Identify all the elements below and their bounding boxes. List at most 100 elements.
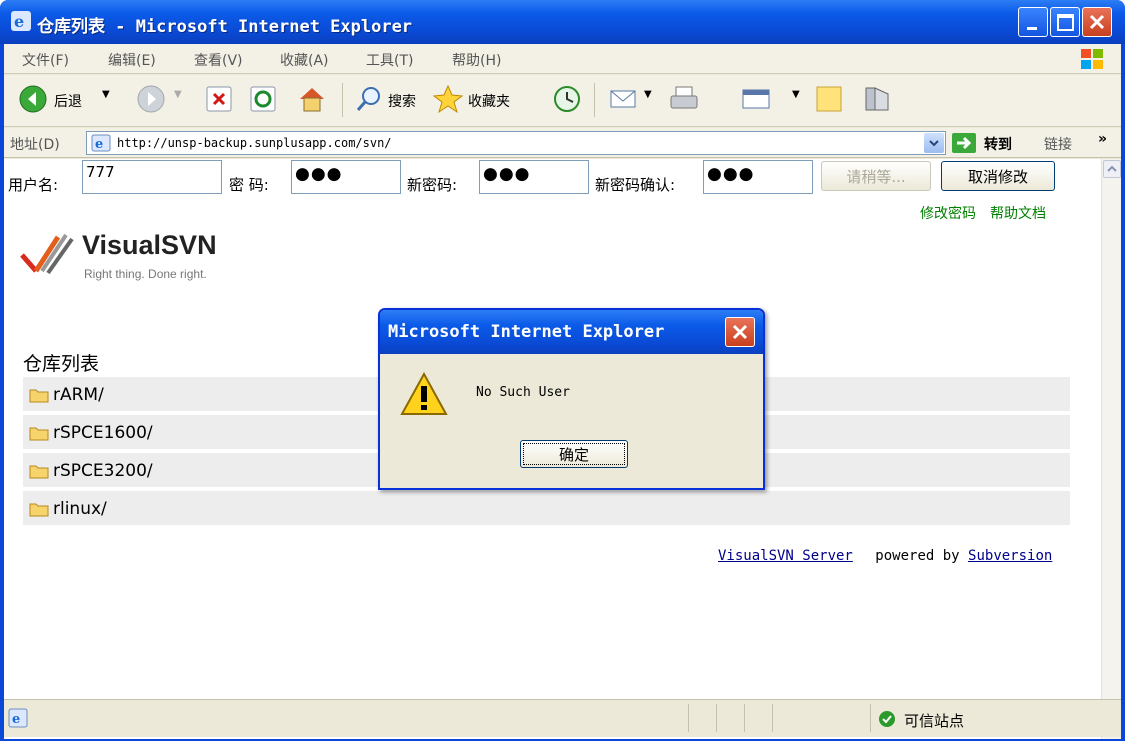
new-password-input[interactable]: ●●● — [479, 160, 589, 194]
page-status-icon: e — [8, 708, 28, 728]
menu-file[interactable]: 文件(F) — [22, 50, 69, 70]
username-value: 777 — [86, 163, 115, 181]
dialog-title: Microsoft Internet Explorer — [388, 322, 665, 342]
folder-icon — [29, 465, 49, 479]
vertical-scrollbar[interactable] — [1101, 159, 1121, 739]
confirm-password-input[interactable]: ●●● — [703, 160, 813, 194]
edit-icon[interactable] — [740, 84, 772, 114]
repo-list-title: 仓库列表 — [23, 353, 100, 375]
visualsvn-logo-icon — [20, 233, 74, 275]
scroll-up-icon — [1107, 165, 1117, 172]
password-mask: ●●● — [295, 164, 343, 184]
history-icon[interactable] — [552, 84, 582, 114]
warning-icon — [400, 372, 448, 415]
address-dropdown-button[interactable] — [924, 133, 944, 153]
search-icon[interactable] — [354, 84, 384, 114]
messenger-icon[interactable] — [862, 84, 892, 114]
discuss-icon[interactable] — [814, 84, 844, 114]
favorites-icon[interactable] — [432, 84, 464, 114]
refresh-icon[interactable] — [248, 84, 278, 114]
dialog-message: No Such User — [476, 385, 570, 400]
mail-dropdown-icon[interactable]: ▼ — [644, 89, 652, 100]
close-icon — [732, 324, 748, 340]
username-label: 用户名: — [8, 176, 59, 194]
page-icon: e — [91, 134, 111, 152]
new-password-label: 新密码: — [407, 176, 458, 194]
maximize-icon — [1057, 14, 1074, 31]
repo-name[interactable]: rSPCE3200/ — [53, 461, 153, 481]
repo-name[interactable]: rARM/ — [53, 385, 104, 405]
forward-dropdown-icon[interactable]: ▼ — [174, 89, 182, 100]
address-url[interactable]: http://unsp-backup.sunplusapp.com/svn/ — [117, 136, 392, 150]
folder-icon — [29, 503, 49, 517]
logo-tagline: Right thing. Done right. — [84, 267, 207, 281]
powered-by-text: powered by — [875, 548, 960, 564]
repo-name[interactable]: rSPCE1600/ — [53, 423, 153, 443]
title-bar[interactable]: e 仓库列表 - Microsoft Internet Explorer — [0, 0, 1125, 44]
dialog-title-bar[interactable]: Microsoft Internet Explorer — [380, 310, 763, 354]
logo-name: VisualSVN — [82, 230, 217, 260]
alert-dialog: Microsoft Internet Explorer No Such User… — [378, 308, 765, 490]
svg-text:e: e — [95, 137, 103, 152]
window-title: 仓库列表 - Microsoft Internet Explorer — [37, 17, 413, 37]
username-input[interactable]: 777 — [82, 160, 222, 194]
address-input[interactable]: e http://unsp-backup.sunplusapp.com/svn/ — [86, 131, 946, 155]
go-button-label[interactable]: 转到 — [984, 134, 1012, 154]
toolbar: 后退 ▼ ▼ 搜索 收藏夹 ▼ ▼ — [4, 75, 1121, 127]
dialog-close-button[interactable] — [725, 317, 755, 347]
back-dropdown-icon[interactable]: ▼ — [102, 89, 110, 100]
ok-button[interactable]: 确定 — [520, 440, 628, 468]
chevron-down-icon — [929, 140, 939, 147]
menu-help[interactable]: 帮助(H) — [452, 50, 501, 70]
svg-text:e: e — [14, 12, 24, 31]
visualsvn-server-link[interactable]: VisualSVN Server — [718, 548, 853, 564]
subversion-link[interactable]: Subversion — [968, 548, 1052, 564]
new-password-mask: ●●● — [483, 164, 531, 184]
confirm-password-label: 新密码确认: — [595, 176, 676, 194]
menu-view[interactable]: 查看(V) — [194, 50, 243, 70]
address-label: 地址(D) — [10, 137, 60, 153]
confirm-password-mask: ●●● — [707, 164, 755, 184]
svg-text:e: e — [12, 712, 20, 727]
scroll-up-button[interactable] — [1103, 160, 1121, 178]
change-password-link[interactable]: 修改密码 — [920, 203, 976, 223]
menu-favorites[interactable]: 收藏(A) — [280, 50, 329, 70]
menu-tools[interactable]: 工具(T) — [366, 50, 413, 70]
security-zone-label: 可信站点 — [904, 712, 965, 730]
maximize-button[interactable] — [1050, 7, 1080, 37]
edit-dropdown-icon[interactable]: ▼ — [792, 89, 800, 100]
search-label[interactable]: 搜索 — [388, 91, 416, 111]
print-icon[interactable] — [668, 84, 700, 114]
cancel-change-button[interactable]: 取消修改 — [941, 161, 1055, 191]
footer: VisualSVN Server powered by Subversion — [718, 548, 1052, 564]
mail-icon[interactable] — [608, 84, 638, 114]
back-icon[interactable] — [18, 84, 48, 114]
menu-edit[interactable]: 编辑(E) — [108, 50, 156, 70]
close-button[interactable] — [1082, 7, 1112, 37]
back-label[interactable]: 后退 — [54, 91, 82, 111]
close-icon — [1089, 14, 1105, 30]
password-label: 密 码: — [229, 176, 269, 194]
folder-icon — [29, 389, 49, 403]
ie-logo-icon: e — [11, 11, 31, 31]
links-expand-icon[interactable]: » — [1098, 131, 1107, 147]
wait-button[interactable]: 请稍等... — [821, 161, 931, 191]
go-arrow-icon[interactable] — [951, 132, 977, 154]
minimize-icon — [1027, 27, 1037, 30]
repo-row[interactable]: rlinux/ — [23, 491, 1070, 525]
address-bar: 地址(D) e http://unsp-backup.sunplusapp.co… — [4, 128, 1121, 158]
forward-icon[interactable] — [136, 84, 166, 114]
status-bar: e 可信站点 — [4, 699, 1121, 737]
favorites-label[interactable]: 收藏夹 — [468, 91, 510, 111]
folder-icon — [29, 427, 49, 441]
menu-bar: 文件(F) 编辑(E) 查看(V) 收藏(A) 工具(T) 帮助(H) — [4, 44, 1121, 74]
stop-icon[interactable] — [204, 84, 234, 114]
help-doc-link[interactable]: 帮助文档 — [990, 203, 1046, 223]
trusted-check-icon — [879, 711, 895, 727]
repo-name[interactable]: rlinux/ — [53, 499, 107, 519]
links-label[interactable]: 链接 — [1044, 134, 1072, 154]
minimize-button[interactable] — [1018, 7, 1048, 37]
password-input[interactable]: ●●● — [291, 160, 401, 194]
home-icon[interactable] — [296, 84, 328, 114]
windows-flag-icon — [1081, 49, 1103, 69]
